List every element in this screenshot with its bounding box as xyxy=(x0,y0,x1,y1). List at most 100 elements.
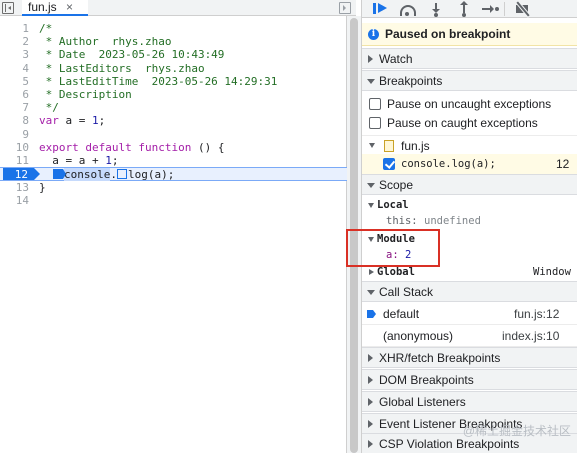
code-line[interactable]: 7 */ xyxy=(0,101,347,114)
line-number[interactable]: 7 xyxy=(0,101,29,114)
watermark: @稀土掘金技术社区 xyxy=(462,424,571,438)
line-number[interactable]: 3 xyxy=(0,48,29,61)
scope-property-row[interactable]: this: undefined xyxy=(362,214,577,230)
expand-icon xyxy=(368,55,373,63)
tab-fun-js[interactable]: fun.js × xyxy=(22,0,88,16)
inline-breakpoint-icon[interactable] xyxy=(116,169,127,180)
step-out-icon[interactable] xyxy=(454,1,474,17)
call-frame-location[interactable]: fun.js:12 xyxy=(514,307,559,321)
code-token: () { xyxy=(191,140,225,154)
code-line[interactable]: 5 * LastEditTime 2023-05-26 14:29:31 xyxy=(0,75,347,88)
expand-icon xyxy=(369,269,374,275)
section-scope[interactable]: Scope xyxy=(362,174,577,195)
code-line[interactable]: 9 xyxy=(0,128,347,141)
section-call-stack[interactable]: Call Stack xyxy=(362,281,577,302)
line-number[interactable]: 1 xyxy=(0,22,29,35)
call-frame-location[interactable]: index.js:10 xyxy=(502,329,559,343)
toggle-navigator-icon[interactable] xyxy=(2,2,14,14)
breakpoint-line-number: 12 xyxy=(556,157,570,171)
call-frame-selected[interactable]: default fun.js:12 xyxy=(362,303,577,325)
code-area[interactable]: 1 /* 2 * Author rhys.zhao 3 * Date 2023-0… xyxy=(0,22,347,207)
call-frame[interactable]: (anonymous) index.js:10 xyxy=(362,325,577,347)
section-title: CSP Violation Breakpoints xyxy=(379,437,520,451)
debugger-toolbar xyxy=(362,0,577,18)
section-global-listeners[interactable]: Global Listeners xyxy=(362,391,577,412)
expand-icon xyxy=(368,354,373,362)
call-frame-name: (anonymous) xyxy=(383,329,454,343)
keyword-token: var xyxy=(39,114,59,128)
section-breakpoints[interactable]: Breakpoints xyxy=(362,70,577,91)
section-title: Watch xyxy=(379,52,413,66)
pause-caught-checkbox[interactable] xyxy=(369,117,381,129)
line-number[interactable]: 6 xyxy=(0,88,29,101)
line-number[interactable]: 13 xyxy=(0,181,29,194)
code-line[interactable]: 1 /* xyxy=(0,22,347,35)
breakpoint-code: console.log(a); xyxy=(401,158,496,170)
code-line[interactable]: 8 var a = 1; xyxy=(0,114,347,127)
line-content: * LastEditors rhys.zhao xyxy=(39,61,205,75)
line-content: export default function () { xyxy=(39,141,224,154)
line-number[interactable]: 4 xyxy=(0,62,29,75)
step-into-icon[interactable] xyxy=(426,1,446,17)
collapse-icon xyxy=(367,290,375,295)
line-number[interactable]: 5 xyxy=(0,75,29,88)
dot xyxy=(434,13,438,17)
breakpoint-item[interactable]: console.log(a); 12 xyxy=(362,154,577,174)
line-content: /* xyxy=(39,22,53,35)
scope-global-value: Window xyxy=(533,266,571,278)
line-content: */ xyxy=(39,101,59,115)
section-title: XHR/fetch Breakpoints xyxy=(379,351,501,365)
line-number[interactable]: 2 xyxy=(0,35,29,48)
line-number[interactable]: 10 xyxy=(0,141,29,154)
editor-tab-bar: fun.js × xyxy=(0,0,356,16)
dot xyxy=(495,7,499,11)
source-editor: fun.js × 1 /* 2 * Author rhys.zhao 3 * Da… xyxy=(0,0,356,453)
pause-uncaught-row[interactable]: Pause on uncaught exceptions xyxy=(362,94,577,113)
arrow-head xyxy=(490,5,494,13)
line-number[interactable]: 8 xyxy=(0,114,29,127)
dot xyxy=(462,13,466,17)
number-token: 1 xyxy=(92,114,99,128)
expand-icon xyxy=(368,398,373,406)
breakpoint-line-number[interactable]: 12 xyxy=(3,168,40,181)
code-line[interactable]: 4 * LastEditors rhys.zhao xyxy=(0,62,347,75)
expand-icon xyxy=(368,440,373,448)
code-line[interactable]: 11 a = a + 1; xyxy=(0,154,347,167)
code-line-current[interactable]: 12 console. log(a); xyxy=(0,167,347,182)
line-content: console. log(a); xyxy=(53,168,174,182)
toggle-debugger-sidebar-icon[interactable] xyxy=(339,2,351,14)
line-number[interactable]: 9 xyxy=(0,128,29,141)
line-number[interactable]: 11 xyxy=(0,154,29,167)
deactivate-breakpoints-icon[interactable] xyxy=(514,1,534,17)
code-line[interactable]: 13} xyxy=(0,181,347,194)
section-xhr-breakpoints[interactable]: XHR/fetch Breakpoints xyxy=(362,347,577,368)
breakpoint-file-row[interactable]: fun.js xyxy=(362,135,577,154)
code-line[interactable]: 6 * Description xyxy=(0,88,347,101)
code-line[interactable]: 14 xyxy=(0,194,347,207)
toolbar-divider xyxy=(504,2,505,16)
section-watch[interactable]: Watch xyxy=(362,48,577,69)
scope-local-row[interactable]: Local xyxy=(362,198,577,214)
code-line[interactable]: 3 * Date 2023-05-26 10:43:49 xyxy=(0,48,347,61)
number-token: 1 xyxy=(105,153,112,167)
code-line[interactable]: 2 * Author rhys.zhao xyxy=(0,35,347,48)
scope-global-label: Global xyxy=(377,266,415,278)
code-token: a = xyxy=(58,114,92,128)
pause-uncaught-checkbox[interactable] xyxy=(369,98,381,110)
tab-label: fun.js xyxy=(28,0,57,14)
close-icon[interactable]: × xyxy=(66,0,73,14)
section-dom-breakpoints[interactable]: DOM Breakpoints xyxy=(362,369,577,390)
breakpoint-enabled-checkbox[interactable] xyxy=(383,158,395,170)
step-over-icon[interactable] xyxy=(398,1,418,17)
line-content: * LastEditTime 2023-05-26 14:29:31 xyxy=(39,74,278,88)
line-number[interactable]: 14 xyxy=(0,194,29,207)
resume-icon[interactable] xyxy=(370,1,390,17)
scope-global-row[interactable]: Global Window xyxy=(362,265,577,281)
code-line[interactable]: 10 export default function () { xyxy=(0,141,347,154)
inline-breakpoint-icon[interactable] xyxy=(53,169,66,180)
step-icon[interactable] xyxy=(480,1,500,17)
section-title: Breakpoints xyxy=(379,74,443,88)
collapse-icon xyxy=(367,79,375,84)
property-key: this: xyxy=(386,215,418,227)
pause-caught-row[interactable]: Pause on caught exceptions xyxy=(362,113,577,132)
